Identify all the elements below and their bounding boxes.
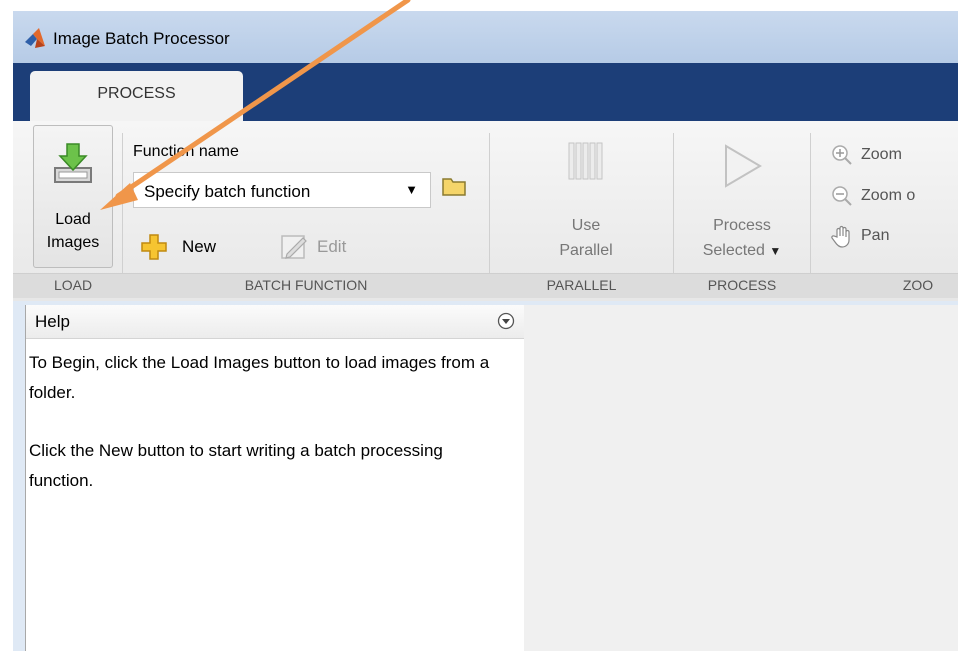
annotation-arrow-icon xyxy=(100,0,411,210)
